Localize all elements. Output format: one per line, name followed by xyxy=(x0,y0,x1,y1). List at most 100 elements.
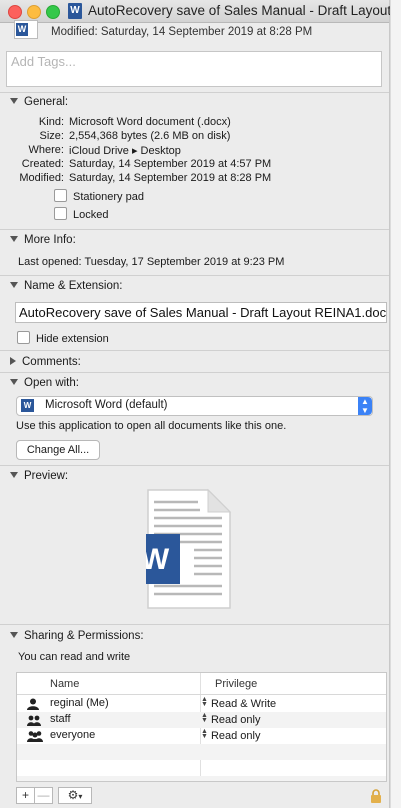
name-extension-heading: Name & Extension: xyxy=(24,280,123,292)
file-icon: W xyxy=(14,20,38,39)
info-window: W AutoRecovery save of Sales Manual - Dr… xyxy=(0,0,401,808)
disclosure-right-icon xyxy=(10,357,16,365)
hide-extension-checkbox[interactable]: Hide extension xyxy=(17,331,109,345)
stationery-checkbox[interactable]: Stationery pad xyxy=(54,189,144,203)
everyone-icon xyxy=(27,731,43,742)
modified-value: Saturday, 14 September 2019 at 8:28 PM xyxy=(69,172,272,184)
empty-row xyxy=(17,776,386,781)
chevron-updown-icon: ▲ ▼ xyxy=(201,696,208,708)
divider xyxy=(0,372,389,373)
group-icon xyxy=(27,715,41,726)
locked-checkbox[interactable]: Locked xyxy=(54,207,108,221)
svg-text:W: W xyxy=(146,543,170,576)
checkbox-box xyxy=(54,189,67,202)
sharing-heading: Sharing & Permissions: xyxy=(24,630,144,642)
lock-icon[interactable] xyxy=(370,789,382,803)
group-name: everyone xyxy=(50,729,96,741)
tags-field[interactable]: Add Tags... xyxy=(6,51,382,87)
divider xyxy=(0,624,389,625)
action-menu-button[interactable]: ⚙▾ xyxy=(58,787,92,804)
scrollbar[interactable] xyxy=(390,0,401,808)
privilege-value: Read only xyxy=(210,714,261,726)
disclosure-down-icon xyxy=(10,632,18,638)
word-app-icon: W xyxy=(21,399,34,412)
open-with-select[interactable]: W Microsoft Word (default) ▲ ▼ xyxy=(16,396,373,416)
gear-icon: ⚙ xyxy=(67,788,79,802)
disclosure-down-icon xyxy=(10,282,18,288)
open-with-note: Use this application to open all documen… xyxy=(16,420,287,432)
where-value: iCloud Drive ▸ Desktop xyxy=(69,145,181,157)
name-extension-section-toggle[interactable]: Name & Extension: xyxy=(10,280,122,292)
modified-label: Modified: xyxy=(19,172,64,184)
checkbox-box xyxy=(54,207,67,220)
divider xyxy=(0,350,389,351)
single-user-icon xyxy=(27,698,39,710)
disclosure-down-icon xyxy=(10,472,18,478)
filename-field[interactable]: AutoRecovery save of Sales Manual - Draf… xyxy=(15,302,387,323)
permissions-table: Name Privilege reginal (Me) ▲ ▼ Read & Wri… xyxy=(16,672,387,782)
table-row[interactable]: everyone ▲ ▼ Read only xyxy=(17,728,386,744)
header-modified: Modified: Saturday, 14 September 2019 at… xyxy=(51,26,313,38)
kind-label: Kind: xyxy=(38,116,64,128)
privilege-value: Read only xyxy=(210,730,261,742)
general-section-toggle[interactable]: General: xyxy=(10,96,68,108)
chevron-down-icon: ▾ xyxy=(78,792,83,801)
column-header-privilege[interactable]: Privilege xyxy=(215,678,257,690)
stationery-label: Stationery pad xyxy=(73,191,144,203)
divider xyxy=(0,92,389,93)
size-label: Size: xyxy=(39,130,64,142)
last-opened: Last opened: Tuesday, 17 September 2019 … xyxy=(18,256,285,268)
checkbox-box xyxy=(17,331,30,344)
preview-section-toggle[interactable]: Preview: xyxy=(10,470,68,482)
comments-heading: Comments: xyxy=(22,356,81,368)
chevron-updown-icon: ▲ ▼ xyxy=(201,728,208,740)
zoom-button[interactable] xyxy=(46,5,60,19)
minimize-button[interactable] xyxy=(27,5,41,19)
divider xyxy=(0,465,389,466)
privilege-select[interactable]: ▲ ▼ Read only xyxy=(201,728,261,742)
column-header-name[interactable]: Name xyxy=(50,678,79,690)
open-with-value: Microsoft Word (default) xyxy=(45,399,168,411)
word-document-preview-icon: W xyxy=(146,488,232,609)
hide-extension-label: Hide extension xyxy=(36,333,109,345)
filename-value: AutoRecovery save of Sales Manual - Draf… xyxy=(19,305,387,320)
empty-row xyxy=(17,744,386,760)
close-button[interactable] xyxy=(8,5,22,19)
disclosure-down-icon xyxy=(10,379,18,385)
preview-heading: Preview: xyxy=(24,470,69,482)
more-info-section-toggle[interactable]: More Info: xyxy=(10,234,76,246)
disclosure-down-icon xyxy=(10,98,18,104)
divider xyxy=(0,275,389,276)
open-with-heading: Open with: xyxy=(24,377,79,389)
created-value: Saturday, 14 September 2019 at 4:57 PM xyxy=(69,158,272,170)
locked-label: Locked xyxy=(73,209,109,221)
created-label: Created: xyxy=(21,158,64,170)
privilege-select[interactable]: ▲ ▼ Read only xyxy=(201,712,261,726)
tags-placeholder: Add Tags... xyxy=(11,54,76,69)
add-user-button[interactable]: + xyxy=(16,787,35,804)
title-bar: W AutoRecovery save of Sales Manual - Dr… xyxy=(0,0,401,23)
comments-section-toggle[interactable]: Comments: xyxy=(10,356,81,368)
kind-value: Microsoft Word document (.docx) xyxy=(69,116,231,128)
remove-user-button[interactable]: — xyxy=(34,787,53,804)
privilege-value: Read & Write xyxy=(210,698,277,710)
more-info-heading: More Info: xyxy=(24,234,76,246)
table-row[interactable]: staff ▲ ▼ Read only xyxy=(17,712,386,728)
chevron-updown-icon: ▲ ▼ xyxy=(201,712,208,724)
change-all-button[interactable]: Change All... xyxy=(16,440,100,460)
user-name: reginal (Me) xyxy=(50,697,109,709)
header-divider xyxy=(17,694,386,695)
group-name: staff xyxy=(50,713,71,725)
disclosure-down-icon xyxy=(10,236,18,242)
open-with-section-toggle[interactable]: Open with: xyxy=(10,377,79,389)
table-row[interactable]: reginal (Me) ▲ ▼ Read & Write xyxy=(17,696,386,712)
chevron-updown-icon: ▲ ▼ xyxy=(358,397,372,415)
sharing-section-toggle[interactable]: Sharing & Permissions: xyxy=(10,630,144,642)
size-value: 2,554,368 bytes (2.6 MB on disk) xyxy=(69,130,231,142)
sharing-summary: You can read and write xyxy=(18,651,131,663)
general-heading: General: xyxy=(24,96,69,108)
divider xyxy=(0,229,389,230)
word-doc-icon: W xyxy=(68,3,82,19)
privilege-select[interactable]: ▲ ▼ Read & Write xyxy=(201,696,277,710)
where-label: Where: xyxy=(28,144,64,156)
